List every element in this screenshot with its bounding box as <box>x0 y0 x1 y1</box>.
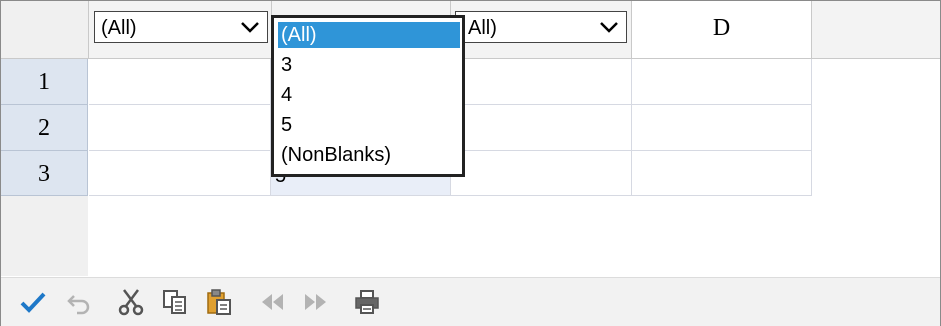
chevron-down-icon <box>241 22 259 33</box>
cell-c1[interactable] <box>451 59 632 105</box>
row-header-2[interactable]: 2 <box>1 105 88 151</box>
column-header-d[interactable]: D <box>632 1 812 58</box>
filter-combo-a-value: (All) <box>101 17 137 39</box>
filter-combo-a[interactable]: (All) <box>94 11 268 43</box>
column-header-row: (All) All) D <box>1 1 940 59</box>
previous-icon[interactable] <box>259 288 287 316</box>
chevron-down-icon <box>600 22 618 33</box>
undo-icon[interactable] <box>65 288 93 316</box>
cut-icon[interactable] <box>117 288 145 316</box>
dropdown-option-4[interactable]: 4 <box>278 82 292 108</box>
row-header-1[interactable]: 1 <box>1 59 88 105</box>
row-header-empty-area <box>1 196 89 276</box>
copy-icon[interactable] <box>161 288 189 316</box>
corner-cell <box>1 1 89 58</box>
grid-empty-area <box>88 196 940 276</box>
cell-c3[interactable] <box>451 151 632 196</box>
next-icon[interactable] <box>301 288 329 316</box>
cell-a1[interactable] <box>89 59 271 105</box>
filter-combo-c-value: All) <box>468 17 497 39</box>
print-icon[interactable] <box>353 288 381 316</box>
row-header-3[interactable]: 3 <box>1 151 88 196</box>
cell-d1[interactable] <box>632 59 812 105</box>
cell-a3[interactable] <box>89 151 271 196</box>
column-header-c: All) <box>451 1 632 58</box>
cell-c2[interactable] <box>451 105 632 151</box>
navigator-toolbar <box>1 277 940 326</box>
cell-d2[interactable] <box>632 105 812 151</box>
cell-a2[interactable] <box>89 105 271 151</box>
cell-d3[interactable] <box>632 151 812 196</box>
paste-icon[interactable] <box>205 288 233 316</box>
dropdown-option-all[interactable]: (All) <box>278 22 460 48</box>
dropdown-option-3[interactable]: 3 <box>278 52 292 78</box>
dropdown-option-5[interactable]: 5 <box>278 112 292 138</box>
column-letter-d: D <box>712 15 731 41</box>
check-icon[interactable] <box>19 288 47 316</box>
filter-combo-c[interactable]: All) <box>455 11 627 43</box>
filter-dropdown-list[interactable]: (All) 3 4 5 (NonBlanks) <box>271 15 465 177</box>
column-header-a: (All) <box>89 1 272 58</box>
grid-frame: (All) All) D 1 2 3 (All) 3 4 5 (NonBlank… <box>0 0 941 326</box>
dropdown-option-nonblanks[interactable]: (NonBlanks) <box>278 142 391 168</box>
